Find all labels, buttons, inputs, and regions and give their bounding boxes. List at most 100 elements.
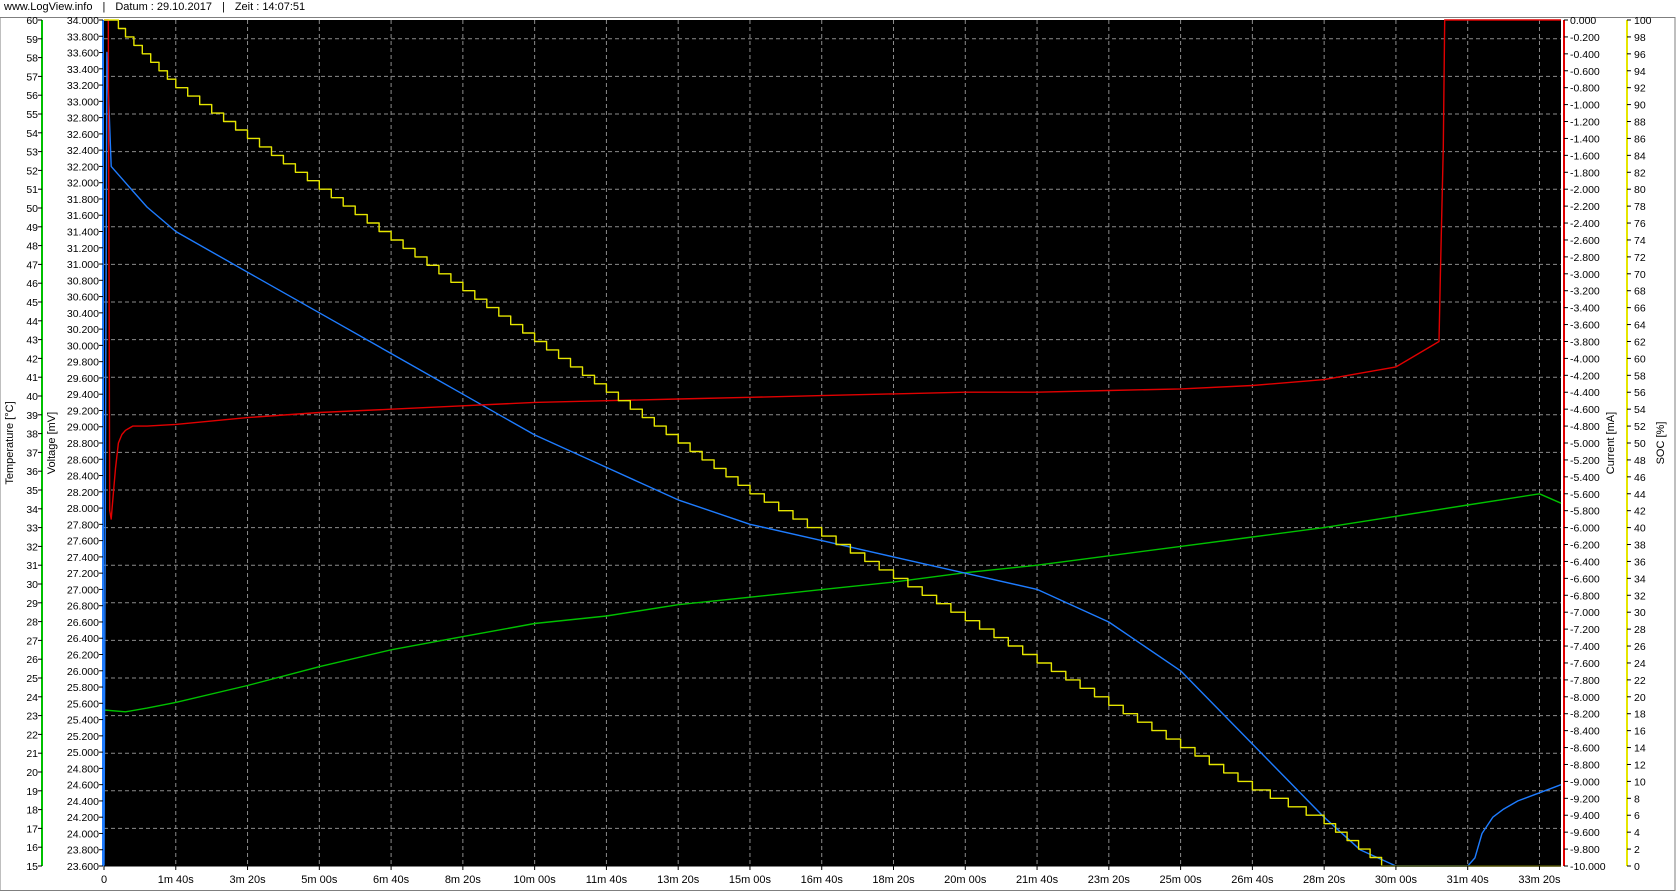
voltage-tick-label: 27.600 (67, 536, 99, 548)
voltage-tick-label: 31.600 (67, 210, 99, 222)
temperature-tick-label: 46 (26, 278, 38, 290)
voltage-tick-label: 26.600 (67, 617, 99, 629)
voltage-tick-label: 26.800 (67, 601, 99, 613)
voltage-tick-label: 31.400 (67, 227, 99, 239)
current-tick-label: -3.800 (1570, 336, 1600, 348)
x-tick-label: 20m 00s (944, 874, 987, 886)
temperature-tick-label: 56 (26, 90, 38, 102)
voltage-tick-label: 25.600 (67, 698, 99, 710)
voltage-tick-label: 27.400 (67, 552, 99, 564)
soc-tick-label: 66 (1634, 303, 1646, 315)
current-tick-label: -3.200 (1570, 286, 1600, 298)
soc-tick-label: 46 (1634, 472, 1646, 484)
soc-tick-label: 96 (1634, 49, 1646, 61)
temperature-tick-label: 20 (26, 767, 38, 779)
temperature-axis-title: Temperature [°C] (4, 401, 16, 484)
temperature-tick-label: 47 (26, 259, 38, 271)
voltage-tick-label: 26.200 (67, 650, 99, 662)
current-tick-label: -4.000 (1570, 353, 1600, 365)
current-tick-label: -4.200 (1570, 370, 1600, 382)
temperature-tick-label: 28 (26, 617, 38, 629)
current-tick-label: -9.600 (1570, 827, 1600, 839)
x-tick-label: 8m 20s (445, 874, 482, 886)
current-tick-label: -9.000 (1570, 776, 1600, 788)
current-tick-label: -7.600 (1570, 658, 1600, 670)
temperature-tick-label: 43 (26, 335, 38, 347)
plot-area (104, 20, 1561, 866)
x-tick-label: 13m 20s (657, 874, 700, 886)
soc-tick-label: 72 (1634, 252, 1646, 264)
voltage-tick-label: 32.200 (67, 161, 99, 173)
x-tick-label: 6m 40s (373, 874, 410, 886)
current-tick-label: -2.200 (1570, 201, 1600, 213)
voltage-tick-label: 24.800 (67, 763, 99, 775)
voltage-tick-label: 33.200 (67, 80, 99, 92)
current-tick-label: -1.200 (1570, 117, 1600, 129)
current-tick-label: -0.400 (1570, 49, 1600, 61)
voltage-tick-label: 31.200 (67, 243, 99, 255)
current-tick-label: -0.600 (1570, 66, 1600, 78)
voltage-tick-label: 24.000 (67, 828, 99, 840)
soc-tick-label: 86 (1634, 133, 1646, 145)
temperature-tick-label: 51 (26, 184, 38, 196)
soc-tick-label: 0 (1634, 861, 1640, 873)
current-tick-label: -6.200 (1570, 540, 1600, 552)
temperature-tick-label: 39 (26, 410, 38, 422)
current-tick-label: -5.800 (1570, 506, 1600, 518)
x-tick-label: 18m 20s (872, 874, 915, 886)
current-tick-label: -3.600 (1570, 320, 1600, 332)
soc-tick-label: 6 (1634, 810, 1640, 822)
soc-tick-label: 48 (1634, 455, 1646, 467)
temperature-tick-label: 55 (26, 109, 38, 121)
current-tick-label: -1.000 (1570, 100, 1600, 112)
current-tick-label: -8.800 (1570, 759, 1600, 771)
voltage-tick-label: 33.000 (67, 96, 99, 108)
voltage-tick-label: 28.200 (67, 487, 99, 499)
x-tick-label: 11m 40s (586, 874, 628, 886)
current-tick-label: -2.000 (1570, 184, 1600, 196)
x-tick-label: 31m 40s (1447, 874, 1490, 886)
voltage-tick-label: 25.400 (67, 715, 99, 727)
current-tick-label: -0.200 (1570, 32, 1600, 44)
current-tick-label: -4.600 (1570, 404, 1600, 416)
temperature-tick-label: 44 (26, 316, 38, 328)
current-tick-label: -8.200 (1570, 709, 1600, 721)
soc-tick-label: 14 (1634, 743, 1646, 755)
soc-tick-label: 30 (1634, 607, 1646, 619)
soc-tick-label: 94 (1634, 66, 1646, 78)
temperature-tick-label: 48 (26, 241, 38, 253)
soc-tick-label: 88 (1634, 117, 1646, 129)
soc-tick-label: 24 (1634, 658, 1646, 670)
temperature-tick-label: 57 (26, 71, 38, 83)
soc-tick-label: 84 (1634, 150, 1646, 162)
voltage-tick-label: 32.400 (67, 145, 99, 157)
soc-tick-label: 18 (1634, 709, 1646, 721)
soc-tick-label: 70 (1634, 269, 1646, 281)
voltage-tick-label: 32.600 (67, 129, 99, 141)
voltage-tick-label: 27.200 (67, 568, 99, 580)
soc-tick-label: 74 (1634, 235, 1646, 247)
current-tick-label: -2.400 (1570, 218, 1600, 230)
voltage-tick-label: 29.200 (67, 405, 99, 417)
x-tick-label: 15m 00s (729, 874, 772, 886)
voltage-tick-label: 29.400 (67, 389, 99, 401)
soc-tick-label: 82 (1634, 167, 1646, 179)
voltage-tick-label: 31.000 (67, 259, 99, 271)
temperature-tick-label: 22 (26, 729, 38, 741)
soc-tick-label: 12 (1634, 759, 1646, 771)
temperature-tick-label: 38 (26, 429, 38, 441)
current-tick-label: -5.200 (1570, 455, 1600, 467)
soc-tick-label: 16 (1634, 726, 1646, 738)
voltage-tick-label: 33.600 (67, 48, 99, 60)
x-tick-label: 10m 00s (514, 874, 557, 886)
current-tick-label: -7.000 (1570, 607, 1600, 619)
voltage-tick-label: 30.800 (67, 275, 99, 287)
voltage-tick-label: 28.800 (67, 438, 99, 450)
temperature-tick-label: 30 (26, 579, 38, 591)
soc-tick-label: 100 (1634, 15, 1652, 27)
soc-tick-label: 50 (1634, 438, 1646, 450)
x-tick-label: 5m 00s (301, 874, 338, 886)
soc-tick-label: 36 (1634, 556, 1646, 568)
temperature-tick-label: 17 (26, 823, 38, 835)
current-tick-label: -6.600 (1570, 573, 1600, 585)
